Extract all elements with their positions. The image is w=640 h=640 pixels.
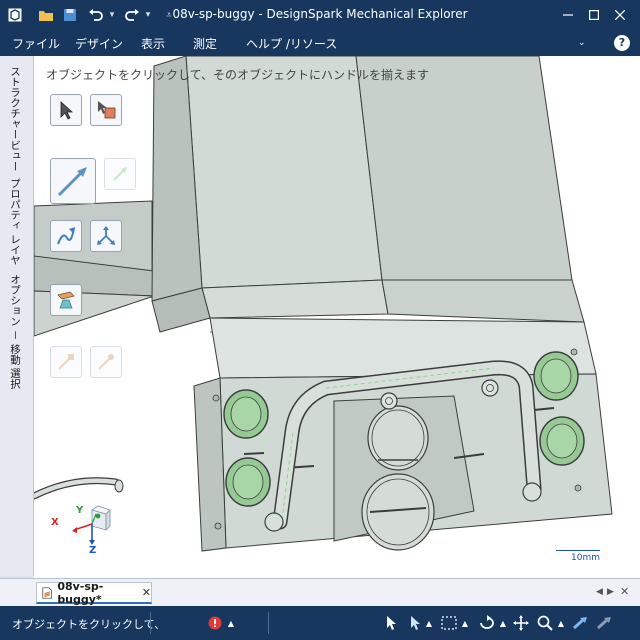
scale-label: 10mm [571,553,600,563]
tab-view[interactable]: ビュー [8,140,23,172]
select-mode-icon[interactable] [382,614,400,632]
menu-help-resources[interactable]: ヘルプ /リソース [246,35,337,52]
app-window: ▾ ▾ ⩡ 08v-sp-buggy - DesignSpark Mechani… [0,0,640,640]
scale-bar [556,550,600,551]
window-title: 08v-sp-buggy - DesignSpark Mechanical Ex… [172,7,468,21]
anchor-tool-button[interactable] [50,284,82,316]
select-component-button[interactable] [90,94,122,126]
status-bar: オブジェクトをクリックして、 ▲ ▲ ▲ ▲ ▲ [0,606,640,640]
previous-view-icon[interactable] [572,614,590,632]
reset-tool-button[interactable] [90,346,122,378]
reset-arrow-icon [98,354,114,370]
status-divider [150,612,151,634]
next-view-icon[interactable] [596,614,614,632]
menu-bar: ファイル デザイン 表示 測定 ヘルプ /リソース ⌄ ? [0,30,640,56]
3d-model[interactable] [34,56,640,578]
menu-file[interactable]: ファイル [12,35,60,52]
move-arrow-icon [57,167,87,197]
tab-prev-arrow-icon[interactable]: ◀ [596,587,603,597]
select-mode-dropdown-icon[interactable]: ▲ [420,614,438,632]
tab-structure[interactable]: ストラクチャー [8,66,23,140]
axis-y-label: Y [76,505,84,516]
rotate-dropdown-icon[interactable]: ▲ [494,614,512,632]
move-handle-button[interactable] [50,158,96,204]
tab-next-arrow-icon[interactable]: ▶ [607,587,614,597]
title-bar: ▾ ▾ ⩡ 08v-sp-buggy - DesignSpark Mechani… [0,0,640,30]
axis-x-label: X [51,517,59,528]
pan-icon[interactable] [512,614,530,632]
menu-view[interactable]: 表示 [141,35,165,52]
ribbon-collapse-icon[interactable]: ⌄ [578,38,586,48]
cursor-arrow-icon [60,101,74,120]
document-icon [42,586,52,599]
pivot-axes-button[interactable] [90,220,122,252]
along-path-button[interactable] [50,220,82,252]
fix-arrow-icon [58,354,74,370]
pull-tool-button[interactable] [104,158,136,190]
close-icon[interactable] [608,4,632,26]
box-select-dropdown-icon[interactable]: ▲ [456,614,474,632]
error-dropdown-icon[interactable]: ▲ [222,614,240,632]
close-tab-button[interactable]: ✕ [142,586,151,599]
status-divider [268,612,269,634]
tab-selection[interactable]: 選択 [8,368,23,389]
side-panel: ストラクチャー ビュー プロパティ レイヤ オプション － 移動 選択 [0,56,34,576]
document-tab-label: 08v-sp-buggy* [57,579,104,606]
tab-close-all-icon[interactable]: ✕ [620,585,629,598]
tab-properties[interactable]: プロパティ [8,178,23,231]
model-viewport[interactable]: オブジェクトをクリックして、そのオブジェクトにハンドルを揃えます X Y Z 1… [34,56,640,578]
zoom-dropdown-icon[interactable]: ▲ [552,614,570,632]
menu-design[interactable]: デザイン [75,35,123,52]
status-text: オブジェクトをクリックして、 [12,618,166,631]
document-tab-strip: 08v-sp-buggy* ✕ ◀ ▶ ✕ [0,578,640,606]
anchor-block-icon [57,291,75,309]
pull-arrow-icon [113,167,127,181]
help-icon[interactable]: ? [614,35,630,51]
viewport-hint: オブジェクトをクリックして、そのオブジェクトにハンドルを揃えます [46,68,430,82]
tab-layers[interactable]: レイヤ [8,234,23,266]
maximize-icon[interactable] [582,4,606,26]
minimize-icon[interactable] [556,4,580,26]
triad-arrows-icon [97,226,115,245]
curve-arrow-icon [57,227,75,245]
tab-options-move[interactable]: オプション － 移動 [8,274,23,365]
select-tool-button[interactable] [50,94,82,126]
fix-tool-button[interactable] [50,346,82,378]
menu-measure[interactable]: 測定 [193,35,217,52]
axis-z-label: Z [89,545,97,556]
document-tab[interactable]: 08v-sp-buggy* ✕ [36,579,152,606]
cursor-cube-icon [98,101,116,119]
